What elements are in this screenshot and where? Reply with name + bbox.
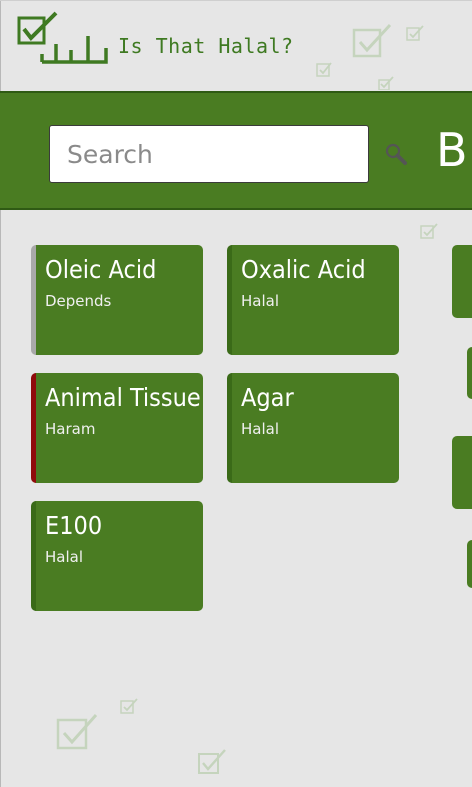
app-page: Is That Halal? Search B Oleic Acid Depen…	[0, 0, 472, 787]
decorative-checkbox-icon	[56, 714, 98, 750]
next-section-tile-peek[interactable]	[467, 347, 472, 399]
item-tile-e100[interactable]: E100 Halal	[31, 501, 203, 611]
next-section-tile-peek[interactable]	[452, 436, 472, 509]
window-edge-top	[0, 0, 472, 1]
decorative-checkbox-icon	[316, 62, 332, 77]
item-tile-agar[interactable]: Agar Halal	[227, 373, 399, 483]
decorative-checkbox-icon	[406, 25, 424, 41]
item-name: Oleic Acid	[45, 255, 157, 284]
next-section-title[interactable]: B	[436, 123, 468, 177]
item-status: Halal	[241, 420, 279, 438]
item-name: Animal Tissue	[45, 383, 201, 412]
decorative-checkbox-icon	[378, 76, 394, 90]
next-section-tile-peek[interactable]	[467, 540, 472, 588]
decorative-checkbox-icon	[120, 698, 138, 714]
item-status: Haram	[45, 420, 96, 438]
item-status: Depends	[45, 292, 112, 310]
decorative-checkbox-icon	[352, 23, 392, 58]
halal-checkbox-logo-icon	[17, 11, 108, 64]
search-box[interactable]	[49, 125, 407, 183]
item-status: Halal	[241, 292, 279, 310]
item-tile-oxalic-acid[interactable]: Oxalic Acid Halal	[227, 245, 399, 355]
search-icon[interactable]	[384, 141, 408, 167]
search-input[interactable]	[67, 139, 384, 169]
item-name: E100	[45, 511, 103, 540]
decorative-checkbox-icon	[198, 749, 226, 774]
item-tile-oleic-acid[interactable]: Oleic Acid Depends	[31, 245, 203, 355]
app-title: Is That Halal?	[118, 34, 294, 58]
search-band: B	[0, 91, 472, 210]
decorative-checkbox-icon	[420, 223, 438, 239]
item-tile-animal-tissue[interactable]: Animal Tissue Haram	[31, 373, 203, 483]
next-section-tile-peek[interactable]	[452, 245, 472, 318]
item-name: Oxalic Acid	[241, 255, 366, 284]
item-status: Halal	[45, 548, 83, 566]
item-name: Agar	[241, 383, 294, 412]
